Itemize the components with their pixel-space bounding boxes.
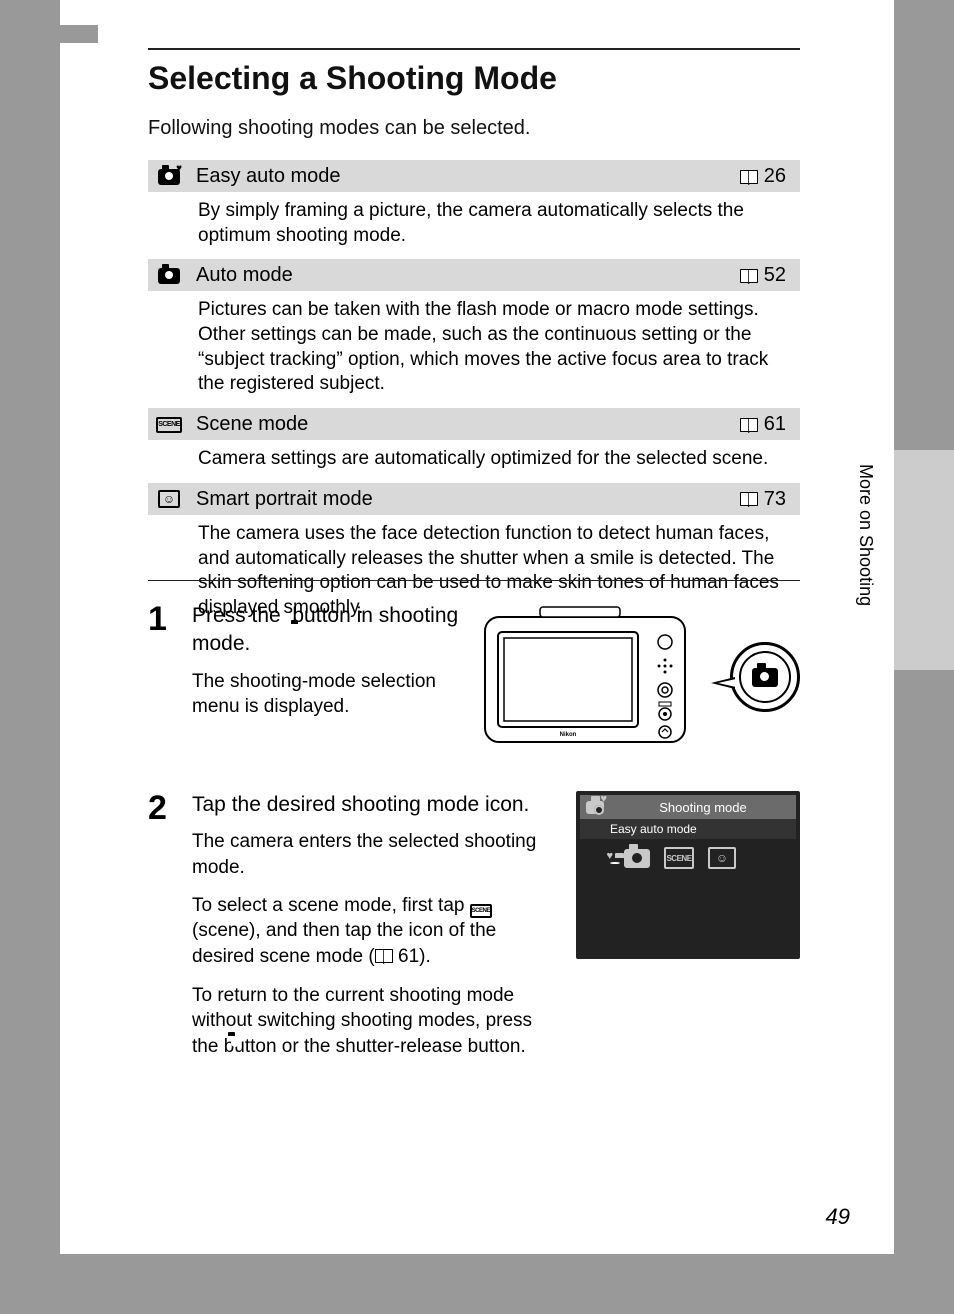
step-text: The shooting-mode selection menu is disp… [192,669,460,720]
camera-heart-icon: ♥ [586,801,604,814]
side-tab [894,450,954,670]
step-title: Tap the desired shooting mode icon. [192,791,556,819]
book-icon [740,170,758,184]
lcd-screen-illustration: ♥ Shooting mode Easy auto mode ♥ SCENE ☺ [576,791,800,959]
modes-table: ♥ Easy auto mode 26 By simply framing a … [148,160,800,632]
step-1: 1 Press the button in shooting mode. The… [148,602,800,757]
mode-label: Auto mode [196,264,726,287]
scene-icon: SCENE [470,904,492,918]
lcd-title: Shooting mode [610,800,796,815]
step-text: The camera enters the selected shooting … [192,829,556,880]
svg-text:Nikon: Nikon [560,732,577,738]
mode-description: By simply framing a picture, the camera … [148,192,800,259]
page-ref: 52 [740,264,786,287]
book-icon [740,418,758,432]
smile-icon: ☺ [708,847,736,869]
scene-icon: SCENE [664,847,694,869]
book-icon [740,492,758,506]
mode-label: Easy auto mode [196,165,726,188]
mode-row-smart-portrait: ☺ Smart portrait mode 73 [148,483,800,515]
mode-row-scene: SCENE Scene mode 61 [148,408,800,440]
page-title: Selecting a Shooting Mode [148,60,557,97]
camera-icon [624,849,650,868]
mode-label: Scene mode [196,413,726,436]
book-icon [740,269,758,283]
page-ref: 26 [740,165,786,188]
smile-icon: ☺ [158,490,180,508]
step-text: To select a scene mode, first tap SCENE … [192,893,556,971]
book-icon [375,949,393,963]
step-number: 1 [148,602,172,757]
page-ref: 61 [740,413,786,436]
step-2: 2 Tap the desired shooting mode icon. Th… [148,791,800,1071]
camera-heart-icon: ♥ [158,169,180,185]
camera-icon [158,268,180,284]
page-ref: 73 [740,488,786,511]
camera-illustration: Nikon [480,602,800,757]
intro-text: Following shooting modes can be selected… [148,117,530,140]
mode-description: Camera settings are automatically optimi… [148,440,800,483]
side-section-label: More on Shooting [855,464,876,606]
step-text: To return to the current shooting mode w… [192,983,556,1060]
mode-row-easy-auto: ♥ Easy auto mode 26 [148,160,800,192]
step-title: Press the button in shooting mode. [192,602,460,659]
page-number: 49 [826,1204,850,1230]
lcd-subtitle: Easy auto mode [580,819,796,839]
section-header: More on Shooting [148,22,335,48]
camera-icon [752,668,778,687]
callout-camera-button [730,642,800,712]
mode-row-auto: Auto mode 52 [148,259,800,291]
mode-label: Smart portrait mode [196,488,726,511]
scene-icon: SCENE [156,417,182,433]
mode-description: Pictures can be taken with the flash mod… [148,291,800,408]
step-number: 2 [148,791,172,1071]
